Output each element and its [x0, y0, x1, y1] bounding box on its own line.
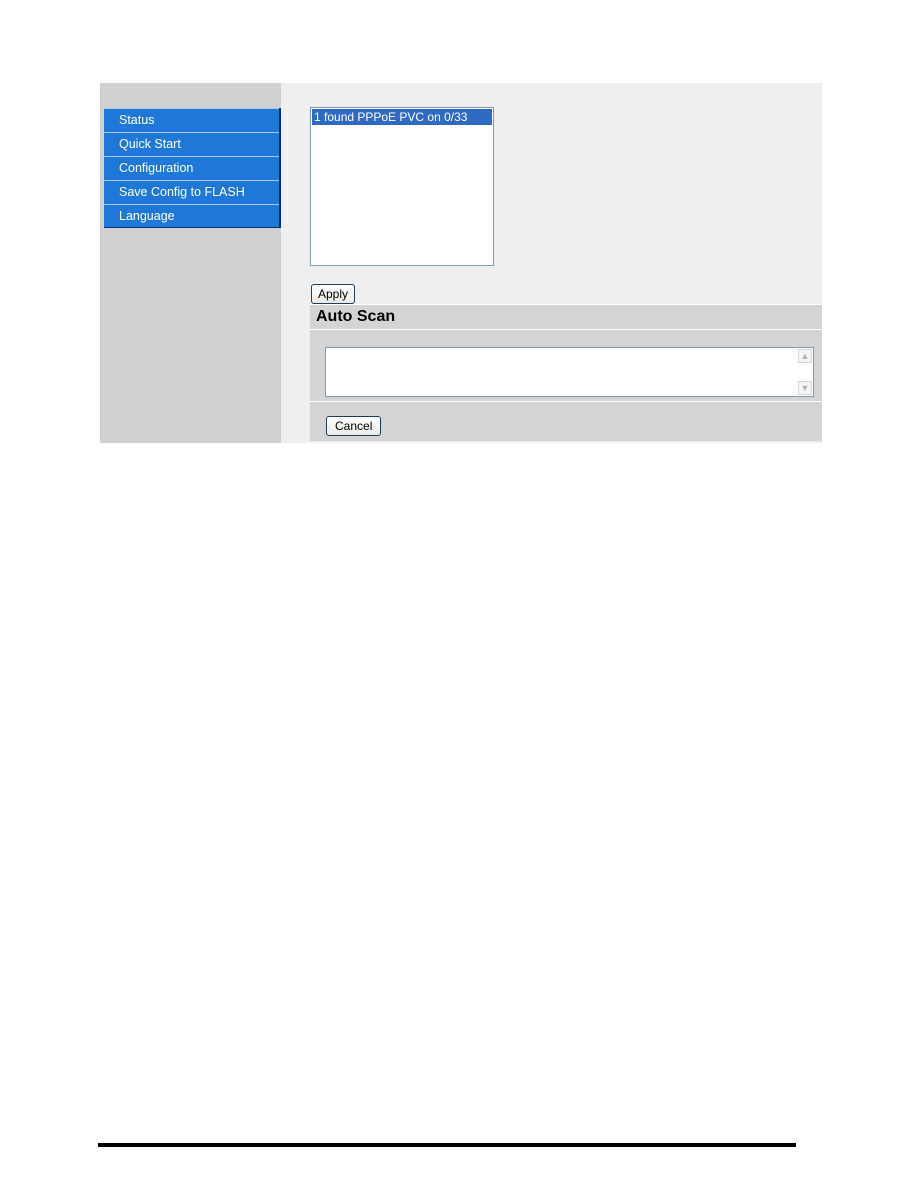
scroll-up-arrow-icon[interactable]: ▲ — [798, 349, 812, 363]
sidebar-menu: Status Quick Start Configuration Save Co… — [104, 108, 281, 228]
auto-scan-title: Auto Scan — [310, 305, 822, 330]
sidebar-item-configuration[interactable]: Configuration — [104, 156, 279, 180]
sidebar-item-quick-start[interactable]: Quick Start — [104, 132, 279, 156]
scroll-down-arrow-icon[interactable]: ▼ — [798, 381, 812, 395]
sidebar-item-status[interactable]: Status — [104, 108, 279, 132]
textarea-scrollbar[interactable]: ▲ ▼ — [797, 348, 813, 396]
sidebar-item-save-config[interactable]: Save Config to FLASH — [104, 180, 279, 204]
auto-scan-section: Auto Scan ▲ ▼ Cancel — [310, 304, 822, 441]
pvc-option-selected[interactable]: 1 found PPPoE PVC on 0/33 — [312, 109, 492, 125]
router-web-ui: Status Quick Start Configuration Save Co… — [100, 83, 822, 443]
sidebar-item-language[interactable]: Language — [104, 204, 279, 228]
section-divider — [310, 401, 822, 402]
sidebar: Status Quick Start Configuration Save Co… — [100, 83, 281, 443]
pvc-listbox[interactable]: 1 found PPPoE PVC on 0/33 — [310, 107, 494, 266]
apply-button[interactable]: Apply — [311, 284, 356, 304]
page-footer-rule — [98, 1143, 796, 1147]
auto-scan-log-textarea[interactable]: ▲ ▼ — [325, 347, 814, 397]
cancel-button[interactable]: Cancel — [326, 416, 382, 436]
main-content: 1 found PPPoE PVC on 0/33 Apply Auto Sca… — [281, 83, 822, 443]
